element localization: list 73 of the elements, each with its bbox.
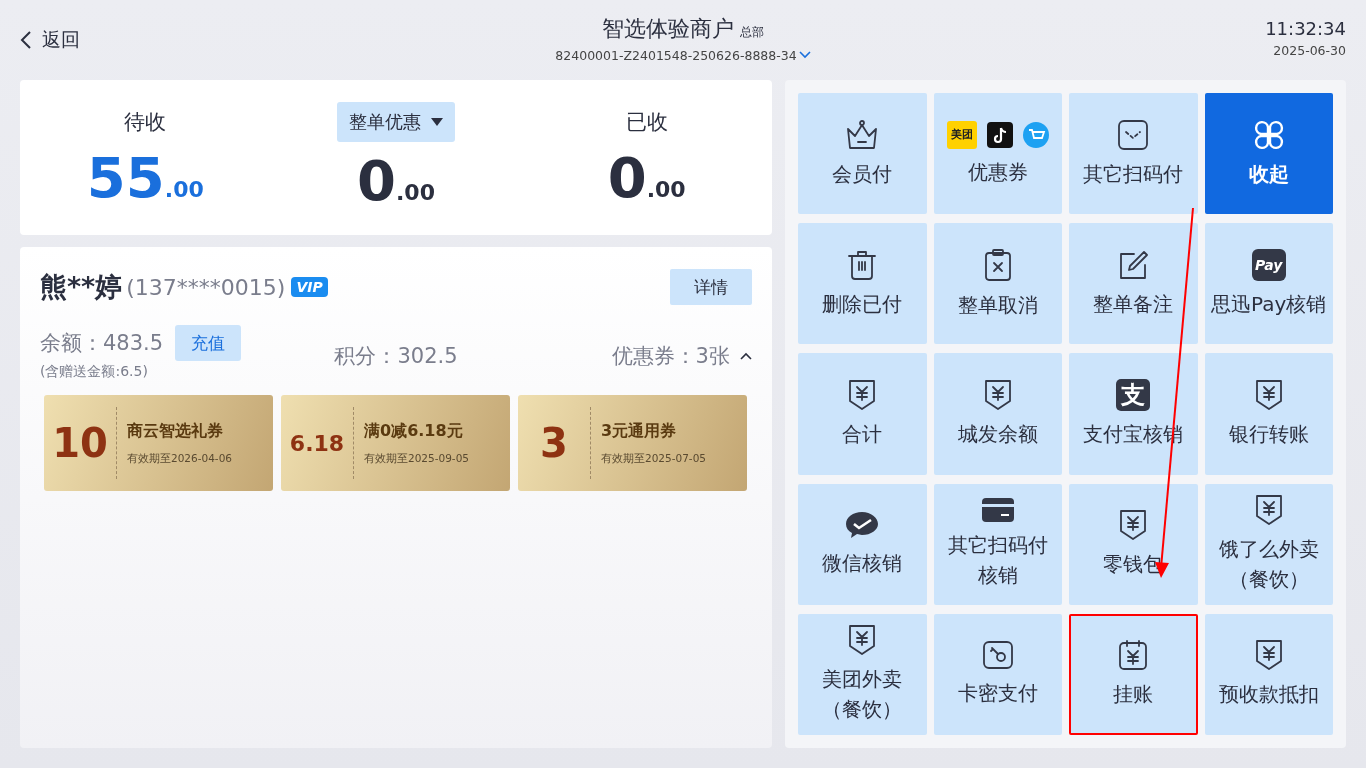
merchant-name: 智选体验商户: [602, 14, 734, 43]
coupon-title: 商云智选礼券: [127, 420, 224, 442]
payment-tile[interactable]: 合计: [798, 353, 927, 475]
member-name: 熊**婷: [40, 270, 123, 304]
music-note-logo-icon: [986, 121, 1013, 148]
delivery-logo-icon: 美团: [946, 120, 977, 149]
payment-tile[interactable]: 整单取消: [933, 223, 1062, 345]
summary-label: 已收: [625, 109, 668, 136]
chevron-up-icon[interactable]: [740, 352, 752, 360]
payment-tile[interactable]: 预收款抵扣: [1204, 613, 1333, 735]
vip-badge: VIP: [291, 277, 328, 297]
payment-logo-icon: 支: [1116, 379, 1151, 411]
coupon-expiry: 有效期至2025-07-05: [601, 451, 707, 466]
chat-check-icon: [845, 510, 880, 541]
payment-tile[interactable]: 会员付: [798, 93, 927, 215]
coupon-value: 3: [539, 420, 569, 466]
back-button[interactable]: 返回: [20, 27, 80, 53]
amount-integer: 0: [607, 145, 647, 210]
discount-dropdown[interactable]: 整单优惠: [337, 102, 455, 142]
details-button[interactable]: 详情: [670, 269, 752, 305]
pay-logo-icon: Pay: [1251, 248, 1286, 281]
coupon-value: 6.18: [288, 430, 346, 456]
coupon-expiry: 有效期至2026-04-06: [127, 451, 233, 466]
order-number: 82400001-Z2401548-250626-8888-34: [555, 47, 797, 63]
summary-label: 待收: [124, 109, 167, 136]
crown-icon: [845, 118, 880, 151]
merchant-tag: 总部: [740, 23, 764, 41]
payment-tile[interactable]: 微信核销: [798, 483, 927, 605]
key-icon: [981, 640, 1014, 671]
coupon-ticket[interactable]: 10 商云智选礼券 有效期至2026-04-06: [44, 395, 273, 491]
balance-text: 余额：483.5: [40, 330, 164, 357]
date-text: 2025-06-30: [1273, 43, 1346, 58]
amount-decimals: .00: [164, 177, 204, 202]
clipboard-x-icon: [983, 247, 1012, 282]
amount-integer: 55: [86, 145, 165, 210]
payment-tile[interactable]: 城发余额: [933, 353, 1062, 475]
payment-tile[interactable]: 删除已付: [798, 223, 927, 345]
trash-icon: [847, 248, 878, 281]
payment-tile[interactable]: 卡密支付: [933, 613, 1062, 735]
caret-down-icon: [431, 118, 443, 126]
payment-tile[interactable]: 其它扫码付 核销: [933, 483, 1062, 605]
payment-tile[interactable]: 美团 优惠券: [933, 93, 1062, 215]
payment-tile[interactable]: 饿了么外卖 （餐饮）: [1204, 483, 1333, 605]
payment-tile[interactable]: 整单备注: [1069, 223, 1198, 345]
amount-decimals: .00: [396, 180, 435, 205]
chevron-left-icon: [20, 30, 32, 50]
coupon-expiry: 有效期至2025-09-05: [364, 451, 470, 466]
chevron-down-icon[interactable]: [798, 51, 811, 59]
amount-integer: 0: [357, 148, 396, 213]
payment-tile[interactable]: 美团外卖 （餐饮）: [798, 613, 927, 735]
shopping-cart-logo-icon: [1022, 121, 1049, 148]
coupon-title: 满0减6.18元: [364, 420, 464, 442]
recharge-button[interactable]: 充值: [175, 325, 242, 361]
payment-tile[interactable]: 收起: [1204, 93, 1333, 215]
card-icon: [981, 498, 1014, 523]
bonus-note: (含赠送金额:6.5): [40, 363, 149, 381]
member-phone: (137****0015): [126, 274, 286, 300]
four-petal-grid-icon: [1252, 118, 1285, 151]
payment-tile[interactable]: 其它扫码付: [1069, 93, 1198, 215]
payment-tile[interactable]: 挂账: [1069, 613, 1198, 735]
scan-frame-icon: [1117, 118, 1150, 151]
amount-decimals: .00: [646, 177, 686, 202]
coupons-count: 优惠券：3张: [611, 343, 730, 370]
yen-calendar-icon: [1118, 639, 1149, 672]
edit-icon: [1117, 248, 1150, 281]
clock-time: 11:32:34: [1265, 18, 1346, 39]
payment-tile[interactable]: Pay 思迅Pay核销: [1204, 223, 1333, 345]
coupon-title: 3元通用券: [601, 420, 678, 442]
payment-tile[interactable]: 银行转账: [1204, 353, 1333, 475]
coupon-ticket[interactable]: 3 3元通用券 有效期至2025-07-05: [518, 395, 747, 491]
coupon-ticket[interactable]: 6.18 满0减6.18元 有效期至2025-09-05: [281, 395, 510, 491]
points-text: 积分：302.5: [334, 343, 458, 370]
coupon-value: 10: [51, 420, 109, 466]
